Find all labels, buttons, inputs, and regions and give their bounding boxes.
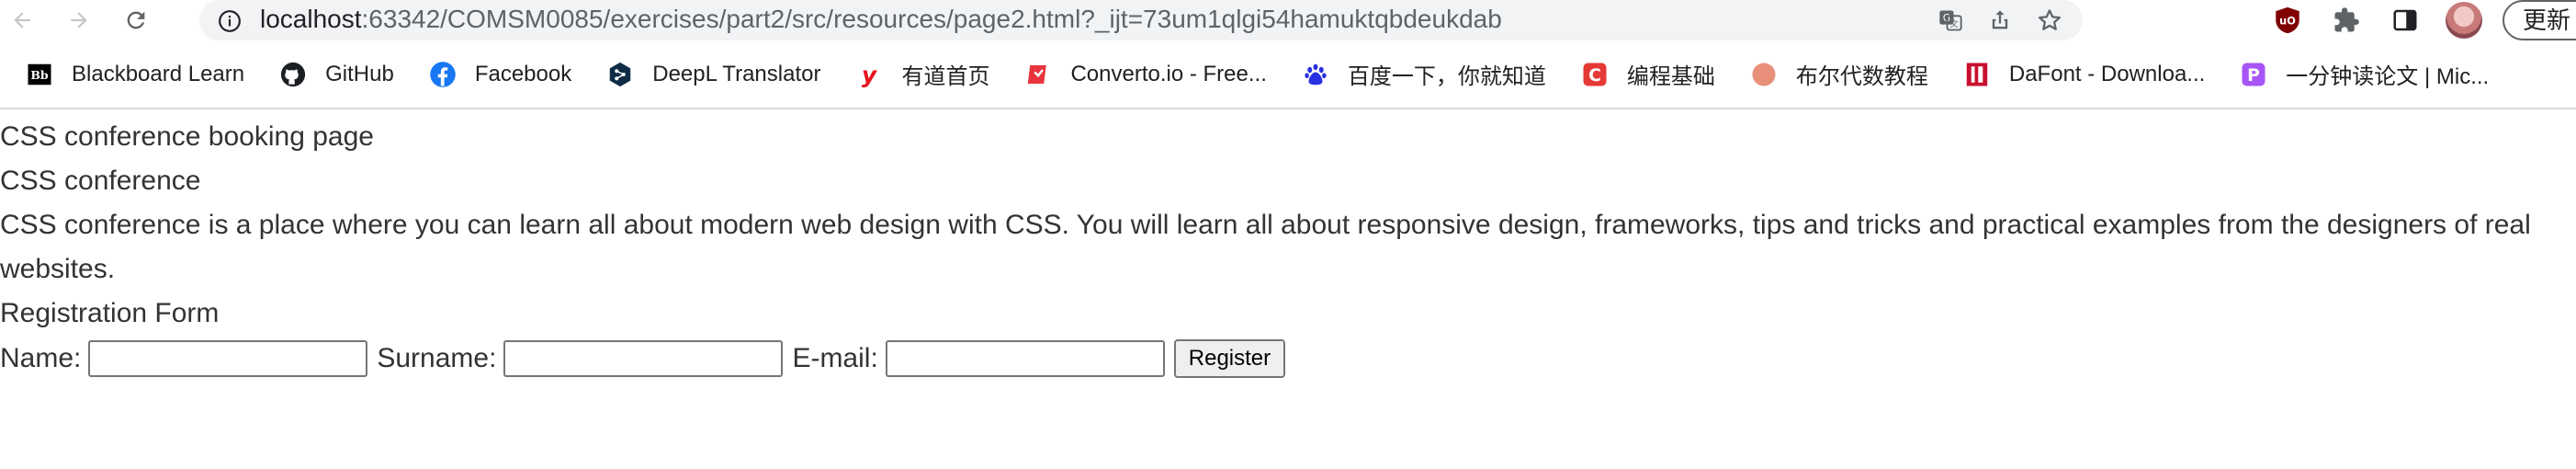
reload-button[interactable] [114,2,158,39]
translate-icon[interactable]: G文 [1936,6,1965,35]
bookmark-label: Facebook [474,61,572,86]
url-text[interactable]: localhost:63342/COMSM0085/exercises/part… [260,0,1502,39]
name-label: Name: [0,343,82,373]
form-title: Registration Form [0,298,220,328]
svg-text:文: 文 [1949,18,1958,29]
bookmark-star-icon[interactable] [2035,6,2064,35]
bookmark-label: Blackboard Learn [72,61,245,86]
bookmark-item[interactable]: y 有道首页 [855,58,989,90]
back-button[interactable] [0,2,44,39]
bookmark-label: 编程基础 [1626,64,1715,89]
register-button[interactable]: Register [1173,339,1286,378]
name-input[interactable] [88,340,368,377]
svg-text:P: P [2247,65,2260,85]
bookmark-label: 有道首页 [901,64,990,89]
reload-icon [127,11,145,29]
profile-avatar[interactable] [2446,2,2482,39]
bookmark-item[interactable]: GitHub [279,61,394,88]
c-icon: C [1581,61,1609,88]
svg-text:y: y [862,61,878,87]
surname-label: Surname: [377,343,497,373]
extensions-puzzle-icon[interactable] [2328,2,2365,39]
youdao-icon: y [855,61,883,88]
side-panel-icon[interactable] [2387,2,2423,39]
bookmark-item[interactable]: Facebook [429,61,571,88]
deepl-icon [606,61,634,88]
bookmark-item[interactable]: 百度一下，你就知道 [1302,58,1546,90]
bookmark-label: 布尔代数教程 [1795,64,1928,89]
bookmark-label: 百度一下，你就知道 [1347,64,1546,89]
email-label: E-mail: [792,343,878,373]
surname-input[interactable] [503,340,784,377]
svg-text:Bb: Bb [30,68,49,82]
browser-toolbar: localhost:63342/COMSM0085/exercises/part… [0,0,2576,40]
baidu-icon [1302,61,1329,88]
url-host: localhost [260,5,362,33]
conference-heading: CSS conference [0,166,201,196]
update-button[interactable]: 更新 [2503,0,2576,40]
address-bar[interactable]: localhost:63342/COMSM0085/exercises/part… [199,0,2083,40]
bookmark-label: 一分钟读论文 | Mic... [2286,64,2490,89]
bookmark-item[interactable]: DaFont - Downloa... [1963,61,2205,88]
bookmark-label: GitHub [325,61,394,86]
blackboard-icon: Bb [26,61,53,88]
bookmark-item[interactable]: C 编程基础 [1581,58,1715,90]
page-title: CSS conference booking page [0,121,374,152]
registration-form: Name: Surname: E-mail: Register [0,336,2576,382]
email-input[interactable] [885,340,1165,377]
bookmark-item[interactable]: 布尔代数教程 [1750,58,1928,90]
share-icon[interactable] [1985,6,2015,35]
bookmarks-bar: Bb Blackboard Learn GitHub Facebook DeepL Tr… [0,40,2576,109]
bookmark-item[interactable]: P 一分钟读论文 | Mic... [2240,58,2489,90]
converto-icon [1024,61,1052,88]
url-path: :63342/COMSM0085/exercises/part2/src/res… [361,5,1502,33]
bookmark-label: Converto.io - Free... [1070,61,1267,86]
forward-button[interactable] [57,2,101,39]
p-icon: P [2240,61,2267,88]
circle-icon [1750,61,1778,88]
facebook-icon [429,61,457,88]
page-content: CSS conference booking page CSS conferen… [0,109,2576,382]
conference-description: CSS conference is a place where you can … [0,210,2531,284]
svg-text:uO: uO [2279,14,2296,27]
bookmark-item[interactable]: Bb Blackboard Learn [26,61,244,88]
back-arrow-icon [14,12,30,29]
dafont-icon [1963,61,1991,88]
forward-arrow-icon [71,12,87,29]
github-icon [279,61,307,88]
site-info-icon[interactable] [218,9,242,33]
bookmark-label: DaFont - Downloa... [2008,61,2206,86]
bookmark-item[interactable]: Converto.io - Free... [1024,61,1267,88]
svg-text:C: C [1588,65,1601,85]
bookmark-item[interactable]: DeepL Translator [606,61,820,88]
bookmark-label: DeepL Translator [652,61,821,86]
extensions-area: uO [2269,2,2482,39]
ublock-icon[interactable]: uO [2269,2,2306,39]
